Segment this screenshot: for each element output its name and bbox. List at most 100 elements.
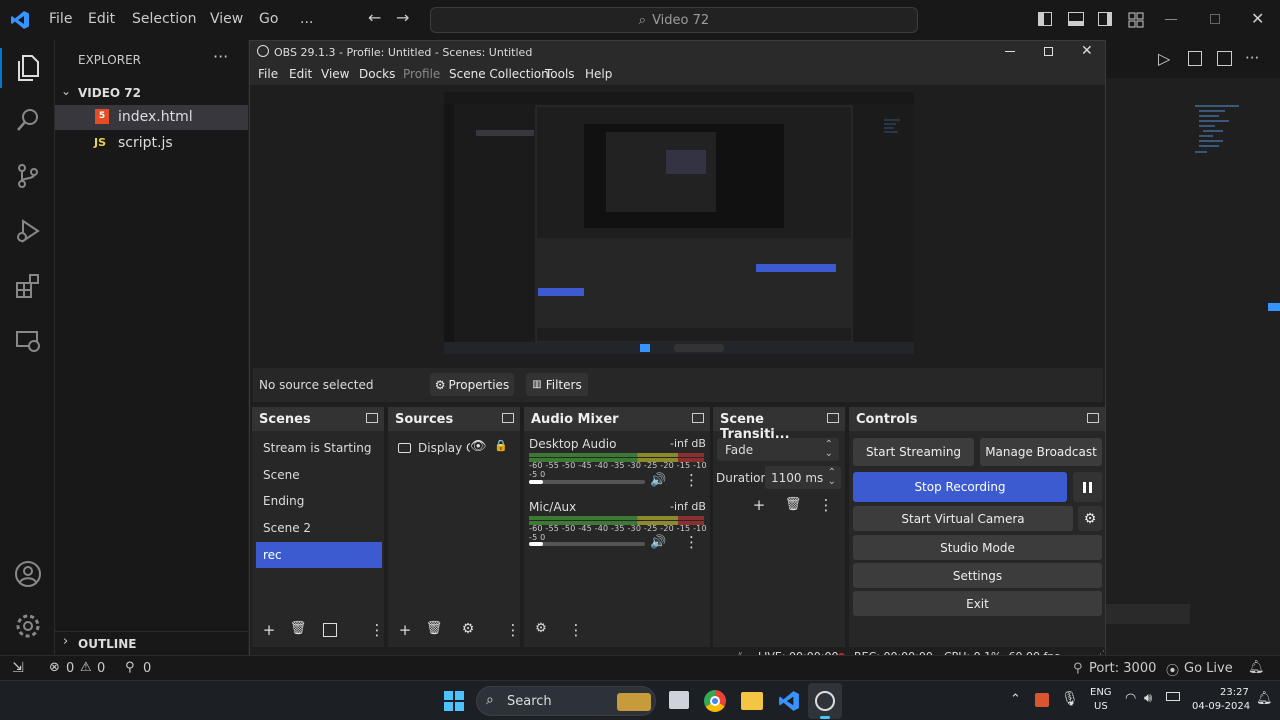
exit-button[interactable]: Exit xyxy=(853,591,1102,616)
obs-menu-view[interactable]: View xyxy=(321,67,349,81)
obs-menu-help[interactable]: Help xyxy=(585,67,612,81)
source-control-icon[interactable] xyxy=(12,160,44,192)
virtual-camera-gear-icon[interactable]: ⚙ xyxy=(1078,506,1102,531)
file-item-script-js[interactable]: JS script.js xyxy=(55,131,248,156)
explorer-icon[interactable] xyxy=(12,52,44,84)
undock-icon[interactable] xyxy=(827,413,839,423)
remove-scene-icon[interactable]: 🗑 xyxy=(289,621,307,636)
mixer-more-icon[interactable]: ⋮ xyxy=(567,621,585,639)
remove-source-icon[interactable]: 🗑 xyxy=(425,621,443,636)
transition-more-icon[interactable]: ⋮ xyxy=(817,496,835,514)
ports-icon[interactable]: ⚲ xyxy=(125,660,135,675)
extensions-icon[interactable] xyxy=(12,270,44,302)
folder-header[interactable]: ⌄ VIDEO 72 xyxy=(55,82,248,104)
toggle-sidebar-icon[interactable] xyxy=(1038,12,1052,26)
source-properties-gear-icon[interactable]: ⚙ xyxy=(459,621,477,637)
clock-date[interactable]: 04-09-2024 xyxy=(1192,701,1250,712)
port-item[interactable]: Port: 3000 xyxy=(1089,661,1156,676)
restore-icon[interactable] xyxy=(1210,14,1220,24)
remove-transition-icon[interactable]: 🗑 xyxy=(784,497,802,512)
editor-more-icon[interactable]: ··· xyxy=(1245,49,1259,67)
transition-select[interactable]: Fade ⌃ ⌄ xyxy=(717,438,839,461)
start-virtual-camera-button[interactable]: Start Virtual Camera xyxy=(853,506,1073,531)
scene-item[interactable]: Scene 2 xyxy=(256,515,382,541)
close-icon[interactable]: ✕ xyxy=(1251,9,1264,28)
language-code[interactable]: ENG xyxy=(1090,687,1112,698)
lock-icon[interactable]: 🔒 xyxy=(494,439,508,452)
obs-minimize-icon[interactable] xyxy=(1005,51,1015,52)
undock-icon[interactable] xyxy=(502,413,514,423)
undock-icon[interactable] xyxy=(692,413,704,423)
obs-maximize-icon[interactable] xyxy=(1044,47,1053,56)
obs-menu-docks[interactable]: Docks xyxy=(359,67,395,81)
obs-menu-profile[interactable]: Profile xyxy=(403,67,440,81)
manage-broadcast-button[interactable]: Manage Broadcast xyxy=(980,438,1102,466)
minimap[interactable] xyxy=(1195,102,1245,157)
chevron-up-icon[interactable]: ⌃ xyxy=(1010,692,1021,707)
toggle-panel-icon[interactable] xyxy=(1068,12,1084,26)
customize-layout-icon[interactable] xyxy=(1128,12,1144,28)
properties-button[interactable]: ⚙ Properties xyxy=(430,373,514,396)
menu-selection[interactable]: Selection xyxy=(132,11,197,27)
obs-taskbar-item[interactable] xyxy=(808,683,842,719)
obs-menu-scene-collection[interactable]: Scene Collection xyxy=(449,67,549,81)
outline-header[interactable]: › OUTLINE xyxy=(55,631,248,655)
speaker-icon[interactable]: 🔊 xyxy=(650,535,666,550)
run-debug-icon[interactable] xyxy=(12,215,44,247)
toggle-secondary-sidebar-icon[interactable] xyxy=(1098,12,1112,26)
go-live-item[interactable]: Go Live xyxy=(1184,661,1233,676)
add-transition-icon[interactable]: + xyxy=(750,496,768,514)
channel-more-icon[interactable]: ⋮ xyxy=(684,471,699,489)
obs-menu-tools[interactable]: Tools xyxy=(545,67,575,81)
duration-spinbox[interactable]: 1100 ms ⌃ ⌄ xyxy=(765,466,841,489)
obs-menu-edit[interactable]: Edit xyxy=(289,67,312,81)
stop-recording-button[interactable]: Stop Recording xyxy=(853,472,1067,502)
filters-button[interactable]: ▥ Filters xyxy=(526,373,588,396)
volume-slider[interactable] xyxy=(529,480,645,484)
task-view-icon[interactable] xyxy=(669,691,689,709)
menu-edit[interactable]: Edit xyxy=(88,11,115,27)
manage-gear-icon[interactable] xyxy=(12,610,44,642)
obs-close-icon[interactable]: ✕ xyxy=(1081,43,1093,59)
wifi-icon[interactable]: ◠ xyxy=(1125,691,1136,706)
bell-icon[interactable]: 🔔︎ xyxy=(1248,660,1265,675)
volume-icon[interactable]: 🔊︎ xyxy=(1144,691,1152,706)
start-streaming-button[interactable]: Start Streaming xyxy=(853,438,974,466)
volume-slider[interactable] xyxy=(529,542,645,546)
scene-item[interactable]: Stream is Starting xyxy=(256,435,382,461)
speaker-icon[interactable]: 🔊 xyxy=(650,473,666,488)
region-code[interactable]: US xyxy=(1094,701,1108,712)
add-source-icon[interactable]: + xyxy=(396,621,414,639)
errors-count[interactable]: 0 xyxy=(66,661,74,676)
microphone-icon[interactable]: 🎙︎ xyxy=(1061,691,1079,707)
file-item-index-html[interactable]: 5 index.html xyxy=(55,105,248,130)
scene-item[interactable]: Scene xyxy=(256,462,382,488)
vscode-taskbar-icon[interactable] xyxy=(778,690,800,712)
undock-icon[interactable] xyxy=(1087,413,1099,423)
menu-more[interactable]: ... xyxy=(300,11,313,27)
errors-icon[interactable]: ⊗ xyxy=(49,660,60,675)
taskbar-search[interactable]: ⌕ Search xyxy=(476,686,656,716)
scene-item[interactable]: Ending xyxy=(256,488,382,514)
forward-arrow-icon[interactable]: → xyxy=(396,8,409,27)
clock-time[interactable]: 23:27 xyxy=(1220,687,1249,698)
split-editor-icon[interactable] xyxy=(1217,51,1232,66)
run-icon[interactable]: ▷ xyxy=(1158,49,1170,68)
source-item[interactable]: Display Ca 👁 🔒 xyxy=(388,435,520,459)
accounts-icon[interactable] xyxy=(12,558,44,590)
advanced-audio-gear-icon[interactable]: ⚙ xyxy=(532,621,550,636)
menu-view[interactable]: View xyxy=(210,11,243,27)
pause-recording-button[interactable] xyxy=(1073,472,1102,502)
back-arrow-icon[interactable]: ← xyxy=(368,8,381,27)
ports-count[interactable]: 0 xyxy=(143,661,151,676)
remote-indicator-icon[interactable]: ⇲ xyxy=(0,656,36,681)
warnings-count[interactable]: 0 xyxy=(97,661,105,676)
explorer-more-icon[interactable]: ··· xyxy=(213,47,228,66)
notification-bell-icon[interactable]: 🔔︎ xyxy=(1256,691,1273,706)
battery-icon[interactable] xyxy=(1166,692,1180,701)
remote-explorer-icon[interactable] xyxy=(12,325,44,357)
undock-icon[interactable] xyxy=(366,413,378,423)
scenes-more-icon[interactable]: ⋮ xyxy=(368,621,386,639)
search-icon[interactable] xyxy=(12,104,44,136)
obs-menu-file[interactable]: File xyxy=(258,67,278,81)
